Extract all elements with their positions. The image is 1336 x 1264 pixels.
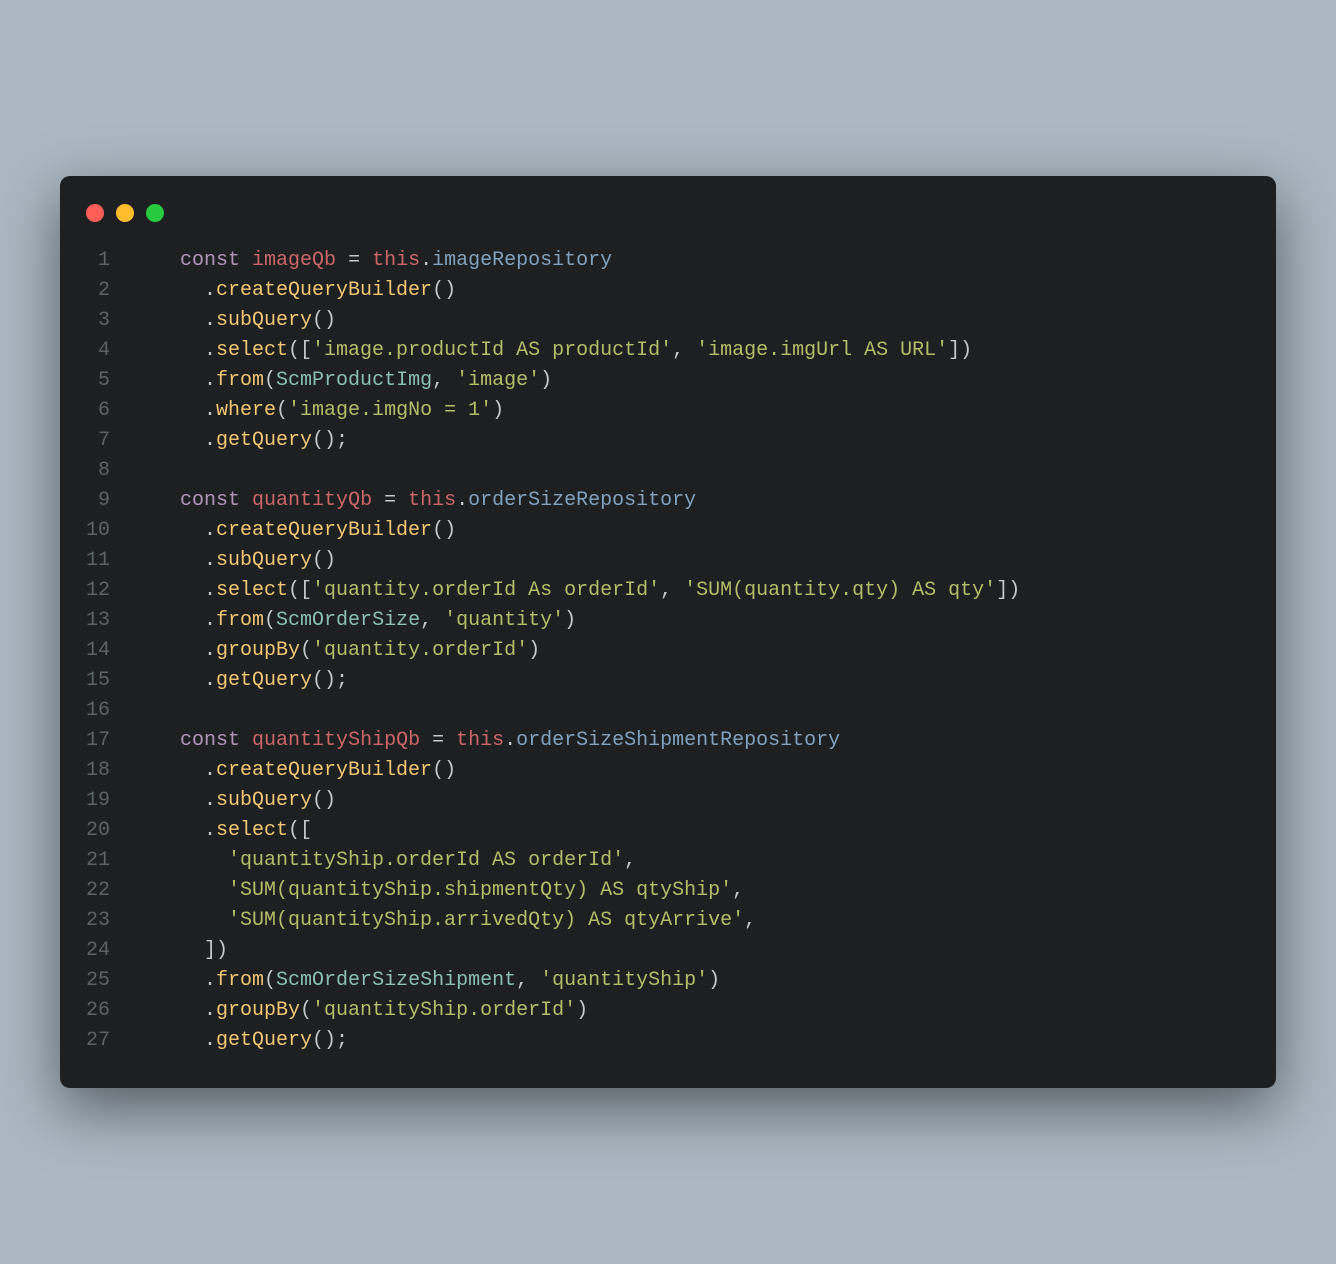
line-number: 19 bbox=[84, 786, 110, 816]
line-number: 23 bbox=[84, 906, 110, 936]
code-line: .from(ScmProductImg, 'image') bbox=[132, 366, 1020, 396]
code-content[interactable]: const imageQb = this.imageRepository .cr… bbox=[132, 246, 1020, 1056]
code-line: .subQuery() bbox=[132, 546, 1020, 576]
code-line: const quantityShipQb = this.orderSizeShi… bbox=[132, 726, 1020, 756]
line-number: 8 bbox=[84, 456, 110, 486]
line-number: 5 bbox=[84, 366, 110, 396]
code-line: .createQueryBuilder() bbox=[132, 756, 1020, 786]
code-line bbox=[132, 696, 1020, 726]
code-line: const imageQb = this.imageRepository bbox=[132, 246, 1020, 276]
line-number: 14 bbox=[84, 636, 110, 666]
line-number: 3 bbox=[84, 306, 110, 336]
line-number: 12 bbox=[84, 576, 110, 606]
code-area[interactable]: 1 2 3 4 5 6 7 8 9 10 11 12 13 14 15 16 1… bbox=[84, 246, 1252, 1056]
line-number: 18 bbox=[84, 756, 110, 786]
line-number: 4 bbox=[84, 336, 110, 366]
close-icon[interactable] bbox=[86, 204, 104, 222]
line-number: 24 bbox=[84, 936, 110, 966]
code-line: .select(['quantity.orderId As orderId', … bbox=[132, 576, 1020, 606]
line-number: 15 bbox=[84, 666, 110, 696]
line-number-gutter: 1 2 3 4 5 6 7 8 9 10 11 12 13 14 15 16 1… bbox=[84, 246, 132, 1056]
code-line: .getQuery(); bbox=[132, 426, 1020, 456]
line-number: 9 bbox=[84, 486, 110, 516]
line-number: 7 bbox=[84, 426, 110, 456]
line-number: 13 bbox=[84, 606, 110, 636]
code-line: .createQueryBuilder() bbox=[132, 516, 1020, 546]
code-line: .from(ScmOrderSize, 'quantity') bbox=[132, 606, 1020, 636]
code-line: const quantityQb = this.orderSizeReposit… bbox=[132, 486, 1020, 516]
code-line: ]) bbox=[132, 936, 1020, 966]
line-number: 27 bbox=[84, 1026, 110, 1056]
code-line: 'quantityShip.orderId AS orderId', bbox=[132, 846, 1020, 876]
code-line: .getQuery(); bbox=[132, 666, 1020, 696]
code-line: .select(['image.productId AS productId',… bbox=[132, 336, 1020, 366]
line-number: 6 bbox=[84, 396, 110, 426]
code-line: .createQueryBuilder() bbox=[132, 276, 1020, 306]
code-window: 1 2 3 4 5 6 7 8 9 10 11 12 13 14 15 16 1… bbox=[60, 176, 1276, 1088]
line-number: 21 bbox=[84, 846, 110, 876]
code-line: .groupBy('quantity.orderId') bbox=[132, 636, 1020, 666]
line-number: 16 bbox=[84, 696, 110, 726]
code-line: .select([ bbox=[132, 816, 1020, 846]
line-number: 10 bbox=[84, 516, 110, 546]
code-line: .subQuery() bbox=[132, 786, 1020, 816]
line-number: 20 bbox=[84, 816, 110, 846]
line-number: 2 bbox=[84, 276, 110, 306]
traffic-lights bbox=[86, 204, 1252, 222]
line-number: 11 bbox=[84, 546, 110, 576]
line-number: 26 bbox=[84, 996, 110, 1026]
line-number: 22 bbox=[84, 876, 110, 906]
code-line: .where('image.imgNo = 1') bbox=[132, 396, 1020, 426]
code-line: .subQuery() bbox=[132, 306, 1020, 336]
code-line: .from(ScmOrderSizeShipment, 'quantityShi… bbox=[132, 966, 1020, 996]
code-line: .groupBy('quantityShip.orderId') bbox=[132, 996, 1020, 1026]
line-number: 25 bbox=[84, 966, 110, 996]
code-line: .getQuery(); bbox=[132, 1026, 1020, 1056]
maximize-icon[interactable] bbox=[146, 204, 164, 222]
line-number: 17 bbox=[84, 726, 110, 756]
code-line: 'SUM(quantityShip.shipmentQty) AS qtyShi… bbox=[132, 876, 1020, 906]
minimize-icon[interactable] bbox=[116, 204, 134, 222]
code-line: 'SUM(quantityShip.arrivedQty) AS qtyArri… bbox=[132, 906, 1020, 936]
line-number: 1 bbox=[84, 246, 110, 276]
code-line bbox=[132, 456, 1020, 486]
